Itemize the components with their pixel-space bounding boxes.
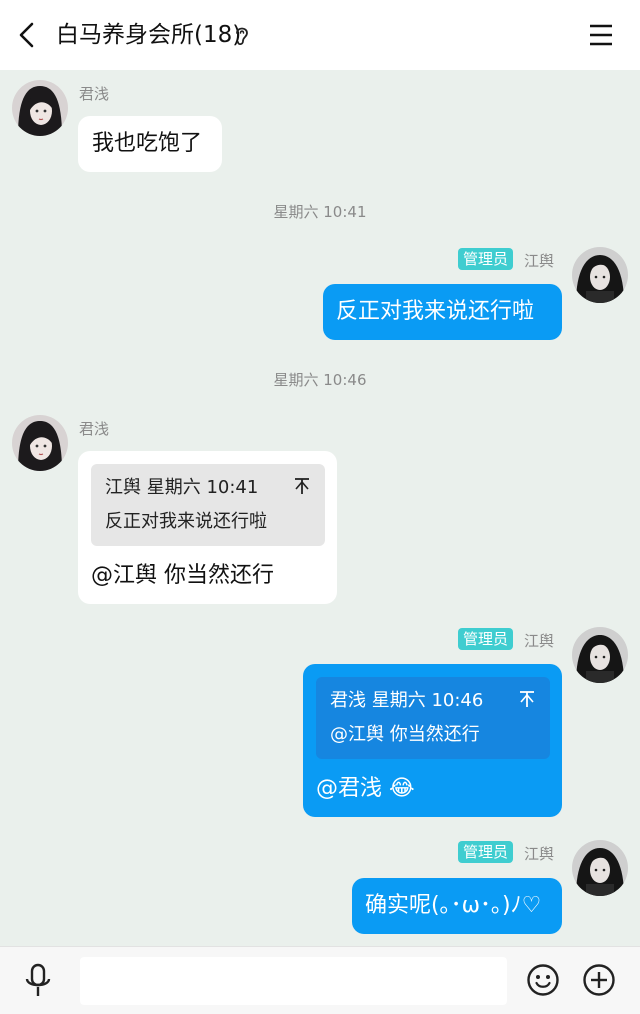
more-button[interactable] (582, 963, 616, 997)
message-text: 反正对我来说还行啦 (336, 299, 535, 324)
admin-badge: 管理员 (458, 248, 514, 270)
message-bubble[interactable]: 我也吃饱了 (78, 116, 222, 172)
avatar-jiangyu[interactable] (572, 247, 628, 303)
chat-title: 白马养身会所(18) (56, 22, 242, 48)
back-button[interactable] (14, 20, 42, 50)
quote-header: 江舆 星期六 10:41 (105, 477, 259, 498)
message-text: @江舆 你当然还行 (91, 563, 274, 588)
quote-body: 反正对我来说还行啦 (105, 511, 267, 532)
message-input[interactable] (80, 957, 507, 1005)
avatar-junqian[interactable] (12, 415, 68, 471)
message-bubble[interactable]: 反正对我来说还行啦 (323, 284, 562, 340)
quoted-reply[interactable]: 江舆 星期六 10:41 反正对我来说还行啦 (91, 464, 325, 546)
emoji-button[interactable] (526, 963, 560, 997)
plus-circle-icon (583, 964, 615, 996)
quote-header: 君浅 星期六 10:46 (330, 690, 484, 711)
header-bar: 白马养身会所(18) (0, 0, 640, 70)
message-text: @君浅 😂 (316, 774, 415, 804)
jump-to-original-icon[interactable] (518, 689, 536, 709)
hamburger-menu-icon (590, 24, 612, 46)
jump-to-original-icon[interactable] (293, 476, 311, 496)
avatar-jiangyu[interactable] (572, 627, 628, 683)
avatar-junqian[interactable] (12, 80, 68, 136)
time-divider: 星期六 10:46 (273, 371, 367, 389)
menu-button[interactable] (587, 21, 615, 49)
laughing-emoji-icon: 😂 (389, 776, 415, 801)
message-mention: @君浅 (316, 776, 383, 801)
sender-name: 江舆 (524, 845, 555, 863)
admin-badge: 管理员 (458, 628, 514, 650)
quoted-reply[interactable]: 君浅 星期六 10:46 @江舆 你当然还行 (316, 677, 550, 759)
admin-badge: 管理员 (458, 841, 514, 863)
sender-name: 君浅 (79, 85, 110, 103)
time-divider: 星期六 10:41 (273, 203, 367, 221)
smiley-icon (527, 964, 559, 996)
input-bar (0, 946, 640, 1014)
message-bubble[interactable]: 君浅 星期六 10:46 @江舆 你当然还行 @君浅 😂 (303, 664, 562, 817)
message-text: 确实呢(｡･ω･｡)ﾉ♡ (365, 893, 542, 918)
quote-body: @江舆 你当然还行 (330, 724, 480, 745)
avatar-jiangyu[interactable] (572, 840, 628, 896)
sender-name: 君浅 (79, 420, 110, 438)
sender-name: 江舆 (524, 632, 555, 650)
message-bubble[interactable]: 确实呢(｡･ω･｡)ﾉ♡ (352, 878, 562, 934)
ear-icon (236, 27, 248, 46)
chevron-left-icon (19, 22, 34, 48)
message-text: 我也吃饱了 (92, 131, 203, 156)
sender-name: 江舆 (524, 252, 555, 270)
voice-button[interactable] (24, 963, 52, 999)
message-bubble[interactable]: 江舆 星期六 10:41 反正对我来说还行啦 @江舆 你当然还行 (78, 451, 337, 604)
microphone-icon (25, 963, 51, 996)
